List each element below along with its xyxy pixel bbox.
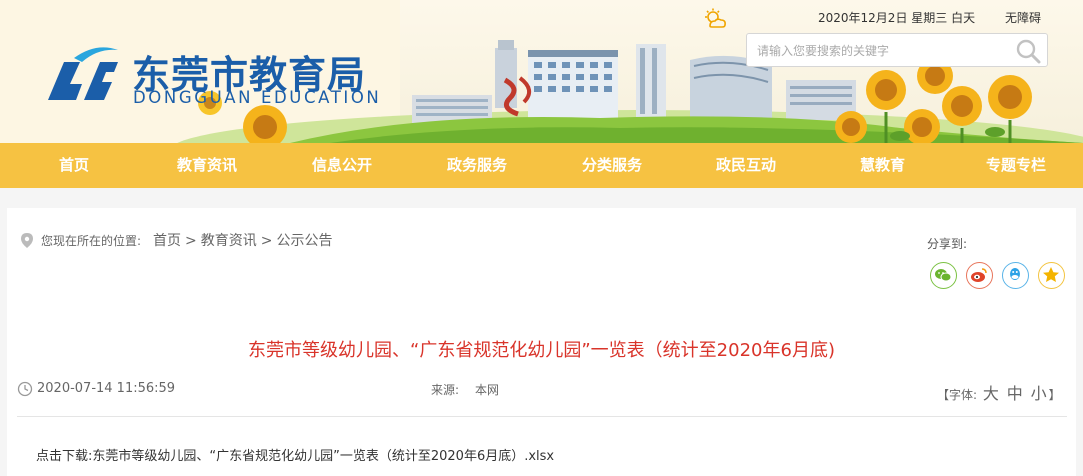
weibo-icon[interactable]	[966, 262, 993, 289]
location-pin-icon	[21, 232, 33, 251]
font-size-close-bracket: 】	[1048, 388, 1061, 402]
accessibility-link[interactable]: 无障碍	[1005, 9, 1041, 26]
nav-item-special-topics[interactable]: 专题专栏	[986, 143, 1046, 188]
article-meta: 2020-07-14 11:56:59 来源: 本网 【字体: 大 中 小】	[17, 380, 1067, 404]
article-title: 东莞市等级幼儿园、“广东省规范化幼儿园”一览表（统计至2020年6月底)	[248, 340, 835, 361]
download-file-link[interactable]: 东莞市等级幼儿园、“广东省规范化幼儿园”一览表（统计至2020年6月底）.xls…	[92, 449, 554, 464]
breadcrumb-announcements[interactable]: 公示公告	[277, 233, 333, 249]
download-label: 点击下载:	[36, 449, 93, 464]
nav-item-education-news[interactable]: 教育资讯	[177, 143, 237, 188]
download-line: 点击下载:东莞市等级幼儿园、“广东省规范化幼儿园”一览表（统计至2020年6月底…	[36, 445, 554, 464]
source-label: 来源:	[431, 383, 460, 397]
search-icon[interactable]	[1015, 38, 1041, 68]
site-logo-icon[interactable]	[44, 40, 122, 112]
publish-datetime: 2020-07-14 11:56:59	[37, 381, 176, 396]
font-large-button[interactable]: 大	[983, 384, 999, 403]
partly-cloudy-icon	[702, 8, 728, 33]
nav-item-public-interaction[interactable]: 政民互动	[716, 143, 776, 188]
nav-item-category-services[interactable]: 分类服务	[582, 143, 642, 188]
breadcrumb-label: 您现在所在的位置:	[41, 234, 142, 248]
font-size-control: 【字体: 大 中 小】	[937, 380, 1061, 404]
nav-item-home[interactable]: 首页	[59, 143, 89, 188]
breadcrumb-separator: >	[185, 233, 197, 249]
share-label: 分享到:	[927, 237, 968, 251]
font-size-label: 【字体:	[937, 388, 978, 402]
qq-icon[interactable]	[1002, 262, 1029, 289]
font-small-button[interactable]: 小	[1031, 384, 1047, 403]
breadcrumb-home[interactable]: 首页	[153, 233, 181, 249]
nav-item-smart-education[interactable]: 慧教育	[860, 143, 905, 188]
site-logo-subtitle: DONGGUAN EDUCATION	[133, 88, 382, 107]
breadcrumb-separator: >	[260, 233, 273, 249]
header-topbar: 2020年12月2日 星期三 白天 无障碍	[0, 6, 1083, 28]
search-box	[746, 33, 1048, 67]
font-medium-button[interactable]: 中	[1007, 384, 1023, 403]
current-date: 2020年12月2日 星期三 白天	[818, 11, 976, 25]
qzone-icon[interactable]	[1038, 262, 1065, 289]
article-panel: 您现在所在的位置: 首页 > 教育资讯 > 公示公告 分享到: 东莞市等级幼儿园…	[7, 208, 1076, 476]
meta-divider	[17, 416, 1067, 417]
breadcrumb: 您现在所在的位置: 首页 > 教育资讯 > 公示公告	[21, 230, 333, 251]
clock-icon	[17, 381, 33, 401]
main-navigation: 首页 教育资讯 信息公开 政务服务 分类服务 政民互动 慧教育 专题专栏	[0, 143, 1083, 188]
breadcrumb-education-news[interactable]: 教育资讯	[201, 233, 257, 249]
search-input[interactable]	[757, 39, 1007, 63]
nav-item-info-disclosure[interactable]: 信息公开	[312, 143, 372, 188]
wechat-icon[interactable]	[930, 262, 957, 289]
source-value: 本网	[475, 383, 500, 397]
site-header: 2020年12月2日 星期三 白天 无障碍 东莞市教育局 DONGGUAN ED…	[0, 0, 1083, 143]
nav-item-government-services[interactable]: 政务服务	[447, 143, 507, 188]
